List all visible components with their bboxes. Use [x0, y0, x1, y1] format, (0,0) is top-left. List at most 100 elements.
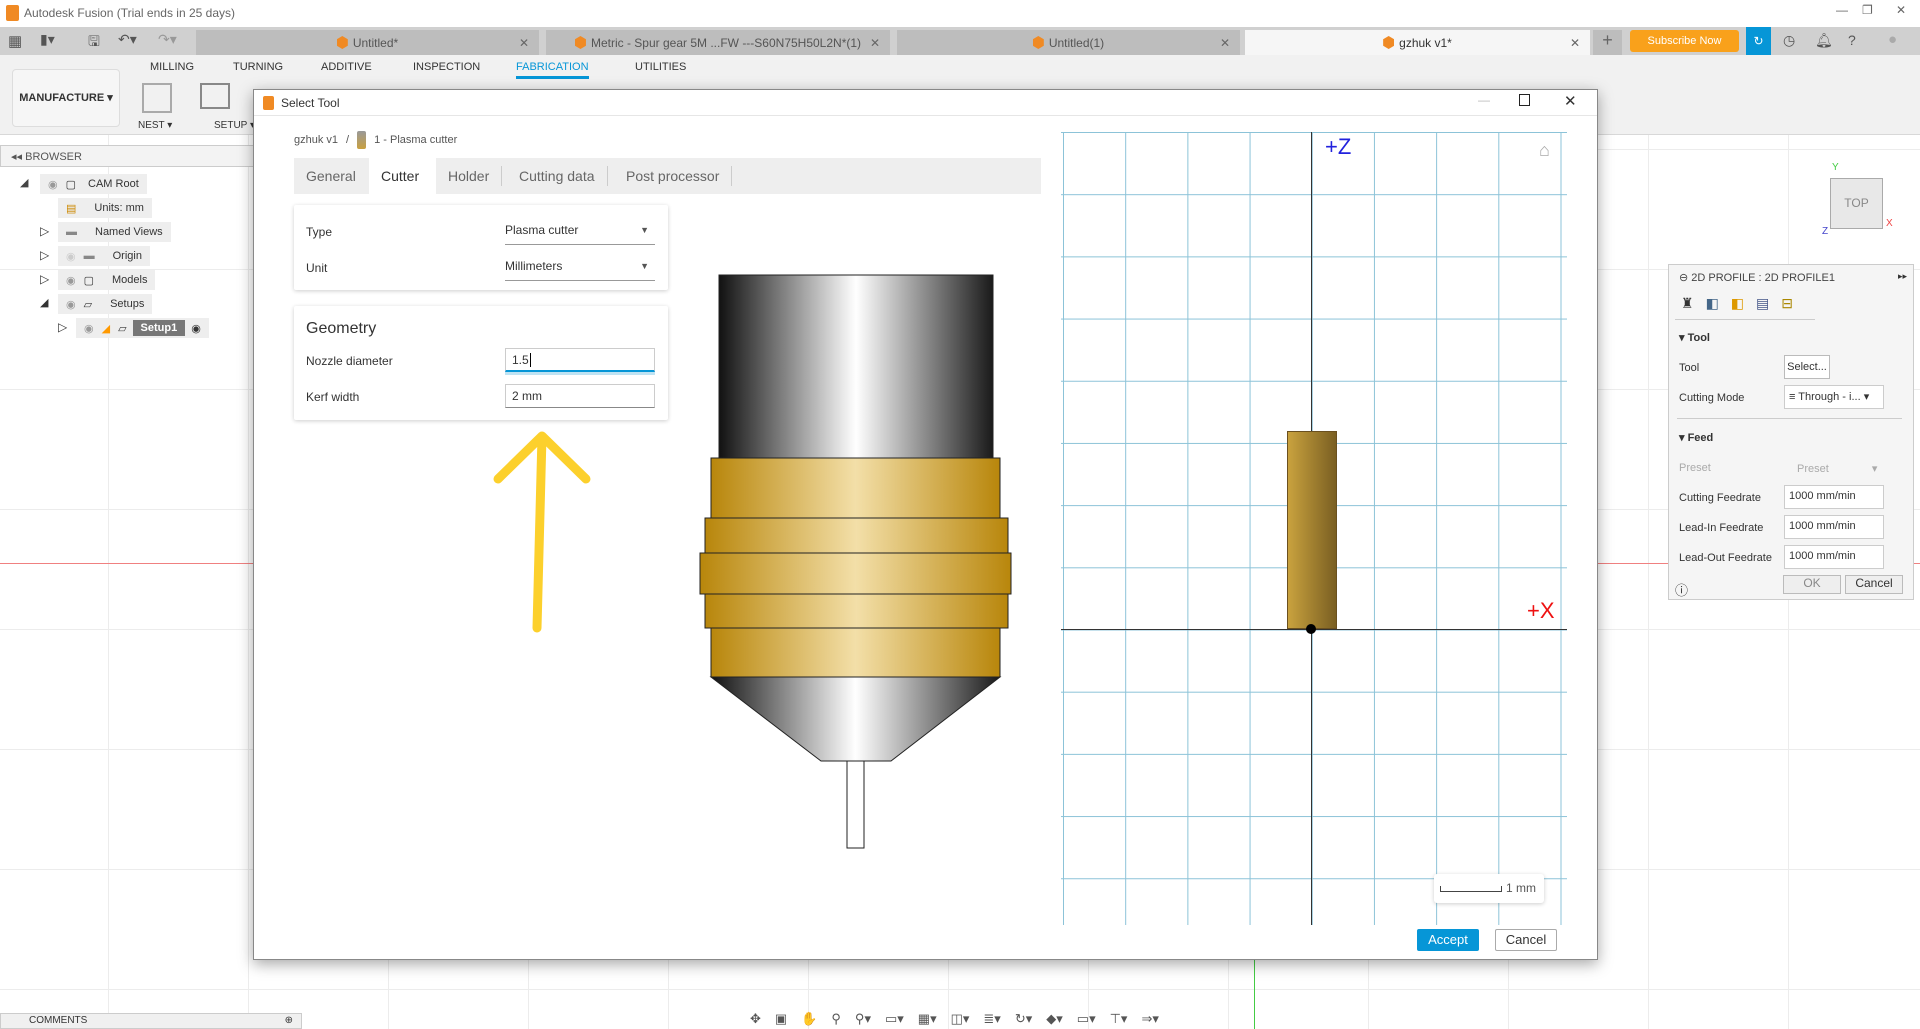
tab-inspection[interactable]: INSPECTION: [413, 61, 480, 73]
close-tab-icon[interactable]: ✕: [870, 36, 880, 50]
bell-icon[interactable]: 🔔︎: [1815, 32, 1833, 49]
redo-icon[interactable]: ↷▾: [158, 31, 177, 48]
expand-arrow-icon[interactable]: ▷: [40, 248, 49, 262]
collapse-icon[interactable]: ◂◂: [11, 151, 25, 163]
close-tab-icon[interactable]: ✕: [519, 36, 529, 50]
eye-icon[interactable]: ◉: [84, 322, 94, 335]
eye-icon[interactable]: ◉: [48, 178, 58, 191]
feed-section-header[interactable]: ▾ Feed: [1679, 431, 1713, 444]
passes-tab-icon[interactable]: ▤: [1756, 295, 1769, 319]
lead-in-feedrate-input[interactable]: 1000 mm/min: [1784, 515, 1884, 539]
expand-arrow-icon[interactable]: ▷: [40, 224, 49, 238]
user-avatar[interactable]: ●: [1888, 31, 1897, 48]
doc-tab[interactable]: Untitled(1) ✕: [897, 30, 1240, 55]
help-icon[interactable]: ?: [1848, 32, 1856, 48]
expand-arrow-icon[interactable]: ▷: [40, 272, 49, 286]
filter-icon[interactable]: ⊤▾: [1110, 1011, 1128, 1029]
look-at-icon[interactable]: ▣: [775, 1011, 787, 1029]
geometry-tab-icon[interactable]: ◧: [1706, 295, 1719, 319]
cancel-button[interactable]: Cancel: [1495, 929, 1557, 951]
lead-out-feedrate-input[interactable]: 1000 mm/min: [1784, 545, 1884, 569]
save-icon[interactable]: 🖫: [88, 31, 100, 55]
layers-icon[interactable]: ≣▾: [983, 1011, 1000, 1029]
close-tab-icon[interactable]: ✕: [1220, 36, 1230, 50]
tab-fabrication[interactable]: FABRICATION: [516, 61, 589, 79]
setup-button[interactable]: SETUP ▾: [214, 120, 255, 131]
accept-button[interactable]: Accept: [1417, 929, 1479, 951]
tool-section-header[interactable]: ▾ Tool: [1679, 331, 1710, 344]
info-icon[interactable]: ⓘ: [1675, 580, 1688, 599]
tree-item-setup1[interactable]: ◉ ◢ ▱ Setup1 ◉: [76, 318, 209, 338]
tree-item-named-views[interactable]: ▬ Named Views: [58, 222, 171, 242]
grid-icon[interactable]: ▦▾: [918, 1011, 937, 1029]
cancel-button[interactable]: Cancel: [1845, 575, 1903, 594]
setup-icon[interactable]: [200, 83, 230, 109]
file-icon[interactable]: ▮▾: [40, 31, 55, 48]
viewcube[interactable]: TOP: [1830, 178, 1883, 229]
collapse-arrow-icon[interactable]: ◢: [40, 296, 48, 309]
tab-additive[interactable]: ADDITIVE: [321, 61, 372, 73]
nest-icon[interactable]: [142, 83, 172, 113]
refresh-icon[interactable]: ↻▾: [1015, 1011, 1032, 1029]
capture-icon[interactable]: ▭▾: [1077, 1011, 1096, 1029]
tool-grid-preview[interactable]: +Z +X ⌂ 1 mm: [1061, 132, 1567, 925]
job-status-icon[interactable]: ↻: [1746, 27, 1771, 55]
doc-tab[interactable]: Metric - Spur gear 5M ...FW ---S60N75H50…: [546, 30, 890, 55]
ok-button[interactable]: OK: [1783, 575, 1841, 594]
tree-item-units[interactable]: ▤ Units: mm: [58, 198, 152, 218]
close-icon[interactable]: ✕: [1564, 92, 1577, 110]
tool-tab-icon[interactable]: ♜: [1681, 295, 1694, 319]
minus-circle-icon[interactable]: ⊖: [1679, 272, 1691, 284]
tab-utilities[interactable]: UTILITIES: [635, 61, 686, 73]
apps-grid-icon[interactable]: ▦: [8, 32, 22, 50]
tab-milling[interactable]: MILLING: [150, 61, 194, 73]
minimize-icon[interactable]: —: [1836, 3, 1848, 17]
workspace-dropdown[interactable]: MANUFACTURE ▾: [12, 69, 120, 127]
clock-icon[interactable]: ◷: [1783, 32, 1795, 49]
doc-tab[interactable]: Untitled* ✕: [196, 30, 539, 55]
doc-tab-active[interactable]: gzhuk v1* ✕: [1245, 30, 1590, 55]
nest-button[interactable]: NEST ▾: [138, 120, 172, 131]
eye-hidden-icon[interactable]: ◉: [66, 250, 76, 263]
cutting-mode-label: Cutting Mode: [1679, 392, 1745, 404]
collapse-arrow-icon[interactable]: ◢: [20, 176, 28, 189]
expand-arrow-icon[interactable]: ▷: [58, 320, 67, 334]
eye-icon[interactable]: ◉: [66, 298, 76, 311]
home-icon[interactable]: ⌂: [1539, 140, 1550, 161]
tree-item-origin[interactable]: ◉ ▬ Origin: [58, 246, 150, 266]
subscribe-button[interactable]: Subscribe Now: [1630, 30, 1739, 52]
undo-icon[interactable]: ↶▾: [118, 31, 137, 48]
expand-panel-icon[interactable]: ▸▸: [1898, 271, 1907, 282]
cutting-feedrate-input[interactable]: 1000 mm/min: [1784, 485, 1884, 509]
component-icon: ▢: [83, 274, 95, 287]
linking-tab-icon[interactable]: ⊟: [1781, 295, 1793, 319]
restore-icon[interactable]: ❐: [1862, 3, 1873, 17]
tab-label: gzhuk v1*: [1399, 35, 1452, 50]
display-icon[interactable]: ▭▾: [885, 1011, 904, 1029]
zoom-icon[interactable]: ⚲: [831, 1011, 841, 1029]
tab-turning[interactable]: TURNING: [233, 61, 283, 73]
preset-dropdown[interactable]: Preset ▾: [1797, 462, 1877, 475]
simulate-icon[interactable]: ⇒▾: [1141, 1011, 1158, 1029]
select-tool-button[interactable]: Select...: [1784, 355, 1830, 379]
pan-icon[interactable]: ✋: [801, 1011, 817, 1029]
minimize-icon[interactable]: —: [1478, 93, 1490, 107]
fit-icon[interactable]: ⚲▾: [855, 1011, 871, 1029]
comments-bar[interactable]: COMMENTS ⊕: [0, 1013, 302, 1029]
tree-item-models[interactable]: ◉ ▢ Models: [58, 270, 156, 290]
add-comment-icon[interactable]: ⊕: [285, 1015, 293, 1026]
maximize-icon[interactable]: [1519, 94, 1530, 106]
cutting-mode-dropdown[interactable]: ≡ Through - i... ▾: [1784, 385, 1884, 409]
viewports-icon[interactable]: ◫▾: [951, 1011, 970, 1029]
tree-item-cam-root[interactable]: ◉ ▢ CAM Root: [40, 174, 147, 194]
eye-icon[interactable]: ◉: [66, 274, 76, 287]
activate-icon[interactable]: ◉: [191, 322, 201, 335]
heights-tab-icon[interactable]: ◧: [1731, 295, 1744, 319]
close-tab-icon[interactable]: ✕: [1570, 36, 1580, 50]
tree-item-setups[interactable]: ◉ ▱ Setups: [58, 294, 153, 314]
fusion-logo-icon: [6, 5, 19, 21]
close-icon[interactable]: ✕: [1896, 3, 1906, 17]
object-icon[interactable]: ◆▾: [1046, 1011, 1063, 1029]
orbit-icon[interactable]: ✥: [750, 1011, 761, 1029]
new-tab-button[interactable]: +: [1593, 30, 1622, 55]
